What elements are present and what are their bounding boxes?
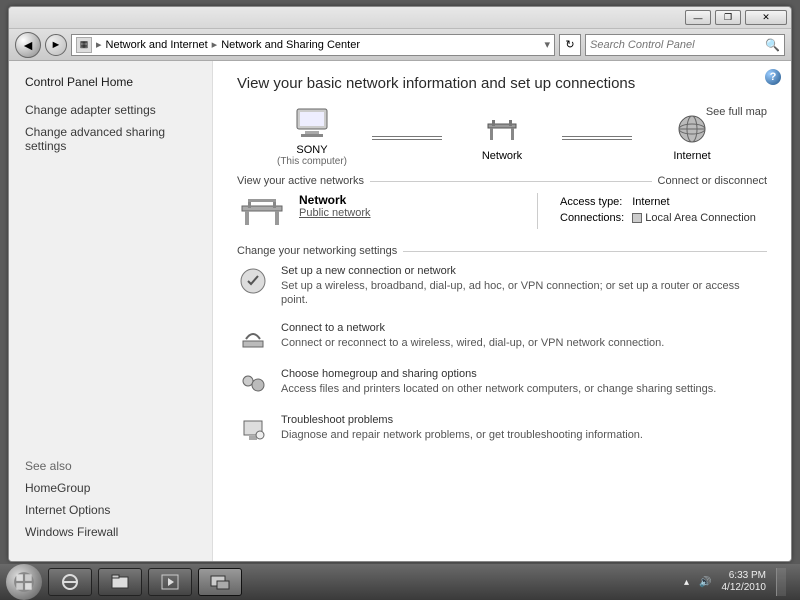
close-button[interactable]: ✕ xyxy=(745,10,787,25)
system-tray: ▴ 🔊 6:33 PM 4/12/2010 xyxy=(684,568,794,596)
map-connector xyxy=(372,132,442,142)
task-desc: Connect or reconnect to a wireless, wire… xyxy=(281,336,664,350)
network-map: See full map SONY (This computer) Networ… xyxy=(237,106,767,167)
navbar: ◄ ► ▦ ▸ Network and Internet ▸ Network a… xyxy=(9,29,791,61)
refresh-button[interactable]: ↻ xyxy=(559,34,581,56)
node-label: Internet xyxy=(632,150,752,162)
breadcrumb-item[interactable]: Network and Internet xyxy=(106,39,208,51)
volume-icon[interactable]: 🔊 xyxy=(699,577,711,588)
map-node-network[interactable]: Network xyxy=(442,112,562,162)
minimize-button[interactable]: — xyxy=(685,10,711,25)
task-desc: Access files and printers located on oth… xyxy=(281,382,716,396)
chevron-right-icon: ▸ xyxy=(210,38,220,51)
connection-link[interactable]: Local Area Connection xyxy=(645,212,756,224)
access-type-label: Access type: xyxy=(560,195,630,209)
node-label: Network xyxy=(442,150,562,162)
help-icon[interactable]: ? xyxy=(765,69,781,85)
search-input[interactable] xyxy=(590,39,765,51)
network-category-icon xyxy=(237,193,287,229)
task-homegroup[interactable]: Choose homegroup and sharing options Acc… xyxy=(237,368,767,400)
task-setup-connection[interactable]: Set up a new connection or network Set u… xyxy=(237,265,767,308)
search-icon: 🔍 xyxy=(765,38,780,52)
task-title: Choose homegroup and sharing options xyxy=(281,368,716,380)
breadcrumb-item[interactable]: Network and Sharing Center xyxy=(221,39,360,51)
task-title: Troubleshoot problems xyxy=(281,414,643,426)
ethernet-icon xyxy=(632,213,642,223)
clock[interactable]: 6:33 PM 4/12/2010 xyxy=(722,570,767,594)
network-type-link[interactable]: Public network xyxy=(299,207,371,219)
network-icon xyxy=(482,112,522,146)
change-adapter-link[interactable]: Change adapter settings xyxy=(25,103,196,117)
network-details: Access type: Internet Connections: Local… xyxy=(537,193,767,229)
taskbar: ▴ 🔊 6:33 PM 4/12/2010 xyxy=(0,564,800,600)
titlebar: — ❐ ✕ xyxy=(9,7,791,29)
map-node-pc[interactable]: SONY (This computer) xyxy=(252,106,372,167)
dropdown-icon[interactable]: ▾ xyxy=(544,38,550,51)
task-desc: Set up a wireless, broadband, dial-up, a… xyxy=(281,279,767,308)
forward-button[interactable]: ► xyxy=(45,34,67,56)
homegroup-icon xyxy=(237,368,269,400)
start-button[interactable] xyxy=(6,564,42,600)
see-full-map-link[interactable]: See full map xyxy=(706,106,767,118)
change-settings-heading: Change your networking settings xyxy=(237,245,767,257)
control-panel-home-link[interactable]: Control Panel Home xyxy=(25,75,196,89)
back-button[interactable]: ◄ xyxy=(15,32,41,58)
chevron-right-icon: ▸ xyxy=(94,38,104,51)
body: Control Panel Home Change adapter settin… xyxy=(9,61,791,561)
tray-expand-icon[interactable]: ▴ xyxy=(684,577,689,588)
see-also-heading: See also xyxy=(25,459,196,473)
network-name: Network xyxy=(299,193,371,207)
troubleshoot-icon xyxy=(237,414,269,446)
page-heading: View your basic network information and … xyxy=(237,75,767,92)
change-sharing-link[interactable]: Change advanced sharing settings xyxy=(25,125,196,153)
connect-disconnect-link[interactable]: Connect or disconnect xyxy=(658,175,767,187)
windows-firewall-link[interactable]: Windows Firewall xyxy=(25,525,196,539)
search-box[interactable]: 🔍 xyxy=(585,34,785,56)
main-content: ? View your basic network information an… xyxy=(213,61,791,561)
map-node-internet[interactable]: Internet xyxy=(632,112,752,162)
taskbar-explorer-button[interactable] xyxy=(98,568,142,596)
computer-icon xyxy=(292,106,332,140)
network-block: Network Public network Access type: Inte… xyxy=(237,193,767,229)
task-desc: Diagnose and repair network problems, or… xyxy=(281,428,643,442)
task-troubleshoot[interactable]: Troubleshoot problems Diagnose and repai… xyxy=(237,414,767,446)
internet-options-link[interactable]: Internet Options xyxy=(25,503,196,517)
sidebar: Control Panel Home Change adapter settin… xyxy=(9,61,213,561)
map-connector xyxy=(562,132,632,142)
show-desktop-button[interactable] xyxy=(776,568,786,596)
clock-time: 6:33 PM xyxy=(722,570,767,582)
task-title: Set up a new connection or network xyxy=(281,265,767,277)
taskbar-media-button[interactable] xyxy=(148,568,192,596)
maximize-button[interactable]: ❐ xyxy=(715,10,741,25)
connect-network-icon xyxy=(237,322,269,354)
active-networks-label: View your active networks xyxy=(237,175,364,187)
node-label: SONY xyxy=(252,144,372,156)
connections-label: Connections: xyxy=(560,211,630,225)
task-title: Connect to a network xyxy=(281,322,664,334)
task-connect-network[interactable]: Connect to a network Connect or reconnec… xyxy=(237,322,767,354)
homegroup-link[interactable]: HomeGroup xyxy=(25,481,196,495)
node-sublabel: (This computer) xyxy=(252,156,372,167)
access-type-value: Internet xyxy=(632,195,762,209)
clock-date: 4/12/2010 xyxy=(722,582,767,594)
window: — ❐ ✕ ◄ ► ▦ ▸ Network and Internet ▸ Net… xyxy=(8,6,792,562)
taskbar-control-panel-button[interactable] xyxy=(198,568,242,596)
control-panel-icon: ▦ xyxy=(76,37,92,53)
address-bar[interactable]: ▦ ▸ Network and Internet ▸ Network and S… xyxy=(71,34,555,56)
setup-connection-icon xyxy=(237,265,269,297)
active-networks-row: View your active networks Connect or dis… xyxy=(237,175,767,187)
taskbar-ie-button[interactable] xyxy=(48,568,92,596)
